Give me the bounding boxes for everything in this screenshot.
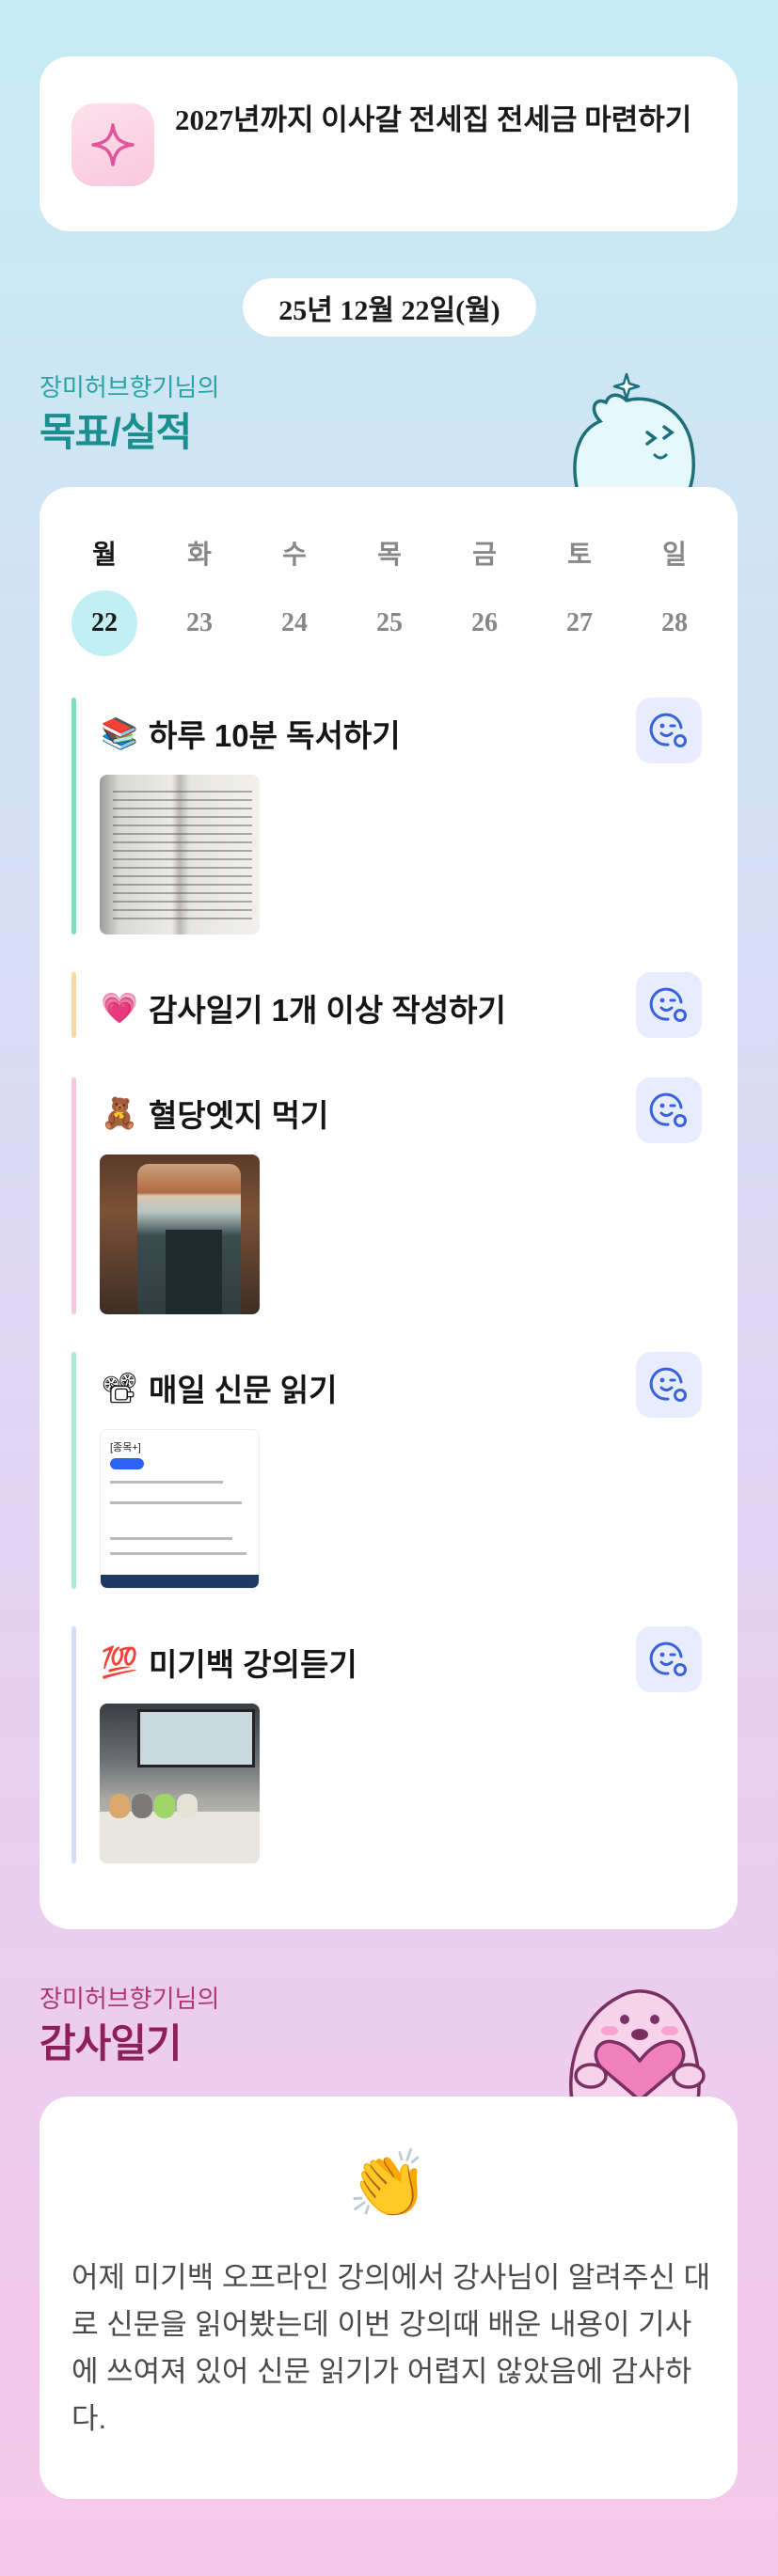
weekday-wed: 수 [282,540,307,569]
goal-item[interactable]: 💯 미기백 강의듣기 [71,1626,702,1863]
clapping-hands-icon: 👏 [347,2145,430,2223]
goal-title-text: 하루 10분 독서하기 [149,718,401,753]
sparkle-icon [71,103,154,186]
day-23[interactable]: 23 [167,590,232,656]
hundred-points-emoji-icon: 💯 [101,1644,138,1680]
teddy-bear-emoji-icon: 🧸 [101,1095,138,1131]
goal-item[interactable]: 📚 하루 10분 독서하기 [71,698,702,935]
smile-add-icon[interactable] [636,972,702,1038]
mascot-heart-icon [569,1989,706,2100]
goal-title-text: 미기백 강의듣기 [149,1647,357,1682]
weekday-fri: 금 [472,540,497,569]
goals-card: 월 화 수 목 금 토 일 22 23 24 25 26 27 28 📚 하루 … [40,487,738,1929]
smile-add-icon[interactable] [636,698,702,763]
weekday-mon: 월 [92,540,117,569]
news-screenshot[interactable]: [종목+] [100,1429,260,1589]
goal-title: 📚 하루 10분 독서하기 [100,711,401,756]
diary-text: 어제 미기백 오프라인 강의에서 강사님이 알려주신 대로 신문을 읽어봤는데 … [71,2261,711,2435]
goal-title: 📽 매일 신문 읽기 [100,1365,338,1410]
goal-title-text: 감사일기 1개 이상 작성하기 [149,993,506,1028]
film-projector-emoji-icon: 📽 [100,1370,139,1406]
weekday-thu: 목 [377,540,402,569]
day-27[interactable]: 27 [547,590,612,656]
goal-color-bar [71,698,76,935]
goal-color-bar [71,1352,76,1589]
goal-title: 🧸 혈당엣지 먹기 [100,1091,328,1136]
day-24[interactable]: 24 [262,590,327,656]
weekday-sat: 토 [567,540,592,569]
goal-title-text: 매일 신문 읽기 [149,1373,338,1407]
books-emoji-icon: 📚 [101,715,138,751]
mascot-ghost-icon [573,372,695,492]
goal-color-bar [71,972,76,1038]
goal-text: 2027년까지 이사갈 전세집 전세금 마련하기 [175,103,692,136]
day-22[interactable]: 22 [71,590,137,656]
goal-color-bar [71,1626,76,1863]
goals-section-subtitle: 장미허브향기님의 [40,373,220,401]
goal-item[interactable]: 🧸 혈당엣지 먹기 [71,1077,702,1314]
book-page-photo[interactable] [100,775,260,935]
lecture-photo[interactable] [100,1704,260,1863]
goal-item[interactable]: 💗 감사일기 1개 이상 작성하기 [71,972,702,1038]
news-screenshot-tag: [종목+] [110,1442,141,1453]
heart-emoji-icon: 💗 [101,990,138,1026]
bottle-photo[interactable] [100,1154,260,1314]
day-26[interactable]: 26 [452,590,517,656]
diary-section-subtitle: 장미허브향기님의 [40,1985,220,2013]
smile-add-icon[interactable] [636,1352,702,1418]
smile-add-icon[interactable] [636,1077,702,1143]
goal-title: 💗 감사일기 1개 이상 작성하기 [100,985,506,1030]
diary-section-title: 감사일기 [40,2021,183,2066]
date-pill[interactable]: 25년 12월 22일(월) [243,278,536,337]
goals-section-title: 목표/실적 [40,410,192,454]
goal-title: 💯 미기백 강의듣기 [100,1640,357,1685]
goal-title-text: 혈당엣지 먹기 [149,1098,329,1133]
day-28[interactable]: 28 [642,590,707,656]
goal-item[interactable]: 📽 매일 신문 읽기 [종목+] [71,1352,702,1589]
diary-card: 👏 어제 미기백 오프라인 강의에서 강사님이 알려주신 대로 신문을 읽어봤는… [40,2097,738,2499]
goal-card[interactable]: 2027년까지 이사갈 전세집 전세금 마련하기 [40,56,738,231]
day-25[interactable]: 25 [357,590,422,656]
weekday-tue: 화 [187,540,212,569]
goal-color-bar [71,1077,76,1314]
weekday-sun: 일 [662,540,687,569]
smile-add-icon[interactable] [636,1626,702,1692]
